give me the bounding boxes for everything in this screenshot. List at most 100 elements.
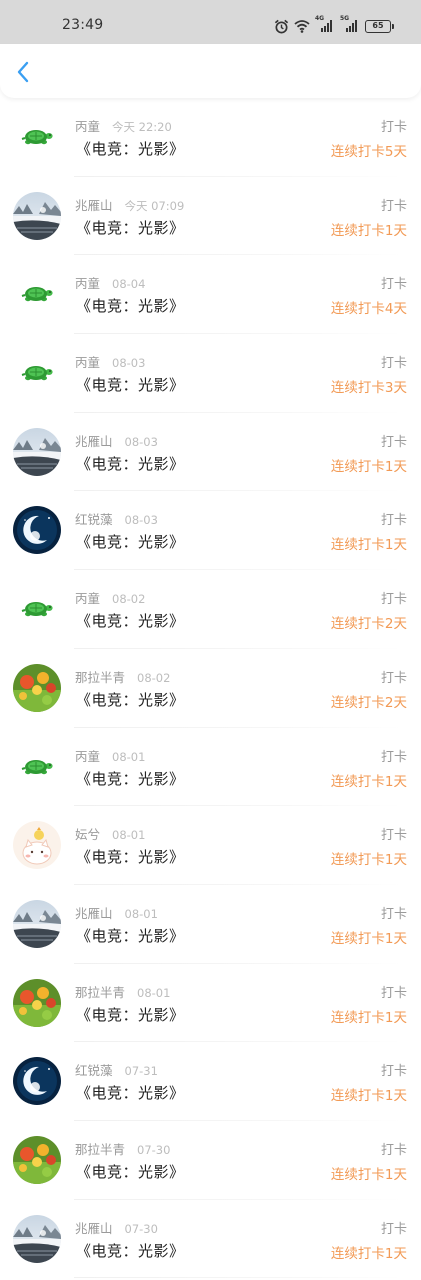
user-name[interactable]: 兆雁山 bbox=[75, 1218, 113, 1237]
streak-label: 连续打卡1天 bbox=[330, 537, 407, 554]
book-title: 《电竞：光影》 bbox=[76, 1005, 185, 1024]
streak-label: 连续打卡1天 bbox=[330, 222, 407, 239]
action-label: 打卡 bbox=[380, 198, 407, 214]
avatar[interactable] bbox=[13, 585, 61, 634]
avatar[interactable] bbox=[13, 427, 61, 476]
name-line: 丙童 08-02 bbox=[75, 588, 145, 607]
action-label: 打卡 bbox=[380, 356, 407, 372]
book-title: 《电竞：光影》 bbox=[76, 769, 185, 788]
post-time: 08-01 bbox=[124, 906, 158, 921]
name-line: 那拉半青 07-30 bbox=[75, 1139, 170, 1158]
action-label: 打卡 bbox=[380, 434, 407, 450]
battery-icon: 65 bbox=[365, 19, 394, 33]
action-label: 打卡 bbox=[380, 592, 407, 608]
user-name[interactable]: 兆雁山 bbox=[75, 903, 113, 922]
user-name[interactable]: 丙童 bbox=[75, 746, 100, 765]
turtle-avatar-icon bbox=[13, 585, 61, 634]
user-name[interactable]: 兆雁山 bbox=[75, 431, 113, 450]
action-label: 打卡 bbox=[380, 1064, 407, 1080]
name-line: 丙童 08-03 bbox=[75, 352, 145, 371]
avatar[interactable] bbox=[13, 1214, 61, 1263]
snow-landscape-avatar-icon bbox=[13, 191, 61, 240]
avatar[interactable] bbox=[13, 742, 61, 791]
streak-label: 连续打卡1天 bbox=[330, 930, 407, 947]
list-item[interactable]: 丙童 08-02 《电竞：光影》 打卡 连续打卡2天 bbox=[0, 570, 421, 649]
streak-label: 连续打卡1天 bbox=[330, 458, 407, 475]
list-item[interactable]: 丙童 今天 22:20 《电竞：光影》 打卡 连续打卡5天 bbox=[0, 98, 421, 177]
user-name[interactable]: 那拉半青 bbox=[75, 1139, 125, 1158]
user-name[interactable]: 红锐藻 bbox=[75, 509, 113, 528]
status-time: 23:49 bbox=[62, 17, 104, 33]
book-title: 《电竞：光影》 bbox=[76, 454, 185, 473]
user-name[interactable]: 丙童 bbox=[75, 588, 100, 607]
list-item[interactable]: 红锐藻 08-03 《电竞：光影》 打卡 连续打卡1天 bbox=[0, 491, 421, 571]
wifi-icon bbox=[294, 20, 310, 33]
list-item[interactable]: 丙童 08-04 《电竞：光影》 打卡 连续打卡4天 bbox=[0, 255, 421, 335]
turtle-avatar-icon bbox=[13, 742, 61, 791]
book-title: 《电竞：光影》 bbox=[76, 690, 185, 709]
user-name[interactable]: 红锐藻 bbox=[75, 1060, 113, 1079]
post-time: 08-01 bbox=[112, 828, 146, 843]
book-title: 《电竞：光影》 bbox=[76, 533, 185, 552]
avatar[interactable] bbox=[13, 899, 61, 948]
post-time: 今天 22:20 bbox=[112, 120, 172, 134]
avatar[interactable] bbox=[13, 506, 61, 555]
list-item[interactable]: 那拉半青 08-01 《电竞：光影》 打卡 连续打卡1天 bbox=[0, 964, 421, 1043]
action-label: 打卡 bbox=[380, 120, 407, 135]
list-item[interactable]: 那拉半青 08-02 《电竞：光影》 打卡 连续打卡2天 bbox=[0, 649, 421, 728]
list-item[interactable]: 那拉半青 07-30 《电竞：光影》 打卡 连续打卡1天 bbox=[0, 1121, 421, 1200]
list-item[interactable]: 丙童 08-03 《电竞：光影》 打卡 连续打卡3天 bbox=[0, 334, 421, 413]
avatar[interactable] bbox=[13, 113, 61, 161]
name-line: 红锐藻 08-03 bbox=[75, 509, 158, 528]
moon-avatar-icon bbox=[13, 506, 61, 555]
user-name[interactable]: 丙童 bbox=[75, 273, 100, 292]
action-label: 打卡 bbox=[380, 906, 407, 922]
list-item[interactable]: 兆雁山 今天 07:09 《电竞：光影》 打卡 连续打卡1天 bbox=[0, 177, 421, 256]
action-label: 打卡 bbox=[380, 670, 407, 686]
avatar[interactable] bbox=[13, 349, 61, 398]
avatar[interactable] bbox=[13, 1135, 61, 1184]
flower-avatar-icon bbox=[13, 663, 61, 712]
avatar[interactable] bbox=[13, 663, 61, 712]
turtle-avatar-icon bbox=[13, 113, 61, 161]
post-time: 08-02 bbox=[112, 592, 146, 607]
list-item[interactable]: 妘兮 08-01 《电竞：光影》 打卡 连续打卡1天 bbox=[0, 806, 421, 885]
user-name[interactable]: 丙童 bbox=[75, 352, 100, 371]
book-title: 《电竞：光影》 bbox=[76, 612, 185, 631]
name-line: 兆雁山 07-30 bbox=[75, 1218, 158, 1237]
list-item[interactable]: 兆雁山 08-01 《电竞：光影》 打卡 连续打卡1天 bbox=[0, 885, 421, 964]
user-name[interactable]: 妘兮 bbox=[75, 824, 100, 843]
avatar[interactable] bbox=[13, 978, 61, 1027]
name-line: 丙童 08-01 bbox=[75, 746, 145, 765]
user-name[interactable]: 那拉半青 bbox=[75, 982, 125, 1001]
user-name[interactable]: 兆雁山 bbox=[75, 195, 113, 214]
avatar[interactable] bbox=[13, 1057, 61, 1106]
action-label: 打卡 bbox=[380, 1142, 407, 1158]
streak-label: 连续打卡1天 bbox=[330, 1245, 407, 1262]
user-name[interactable]: 丙童 bbox=[75, 116, 100, 135]
list-item[interactable]: 红锐藻 07-31 《电竞：光影》 打卡 连续打卡1天 bbox=[0, 1042, 421, 1121]
user-name[interactable]: 那拉半青 bbox=[75, 667, 125, 686]
list-item[interactable]: 兆雁山 08-03 《电竞：光影》 打卡 连续打卡1天 bbox=[0, 413, 421, 492]
moon-avatar-icon bbox=[13, 1057, 61, 1106]
post-time: 08-01 bbox=[112, 749, 146, 764]
avatar[interactable] bbox=[13, 821, 61, 870]
back-button[interactable] bbox=[10, 58, 36, 86]
chevron-left-icon bbox=[17, 61, 29, 83]
alarm-icon bbox=[274, 19, 289, 33]
action-label: 打卡 bbox=[380, 749, 407, 765]
streak-label: 连续打卡1天 bbox=[330, 1088, 407, 1105]
post-time: 08-03 bbox=[112, 356, 146, 371]
post-time: 08-01 bbox=[137, 985, 171, 1000]
list-item[interactable]: 丙童 08-01 《电竞：光影》 打卡 连续打卡1天 bbox=[0, 728, 421, 807]
turtle-avatar-icon bbox=[13, 270, 61, 319]
name-line: 那拉半青 08-01 bbox=[75, 982, 170, 1001]
book-title: 《电竞：光影》 bbox=[76, 1162, 185, 1181]
avatar[interactable] bbox=[13, 270, 61, 319]
avatar[interactable] bbox=[13, 191, 61, 240]
snow-landscape-avatar-icon bbox=[13, 899, 61, 948]
book-title: 《电竞：光影》 bbox=[76, 926, 185, 945]
streak-label: 连续打卡1天 bbox=[330, 1166, 407, 1183]
list-item[interactable]: 兆雁山 07-30 《电竞：光影》 打卡 连续打卡1天 bbox=[0, 1200, 421, 1279]
divider bbox=[74, 1277, 403, 1279]
